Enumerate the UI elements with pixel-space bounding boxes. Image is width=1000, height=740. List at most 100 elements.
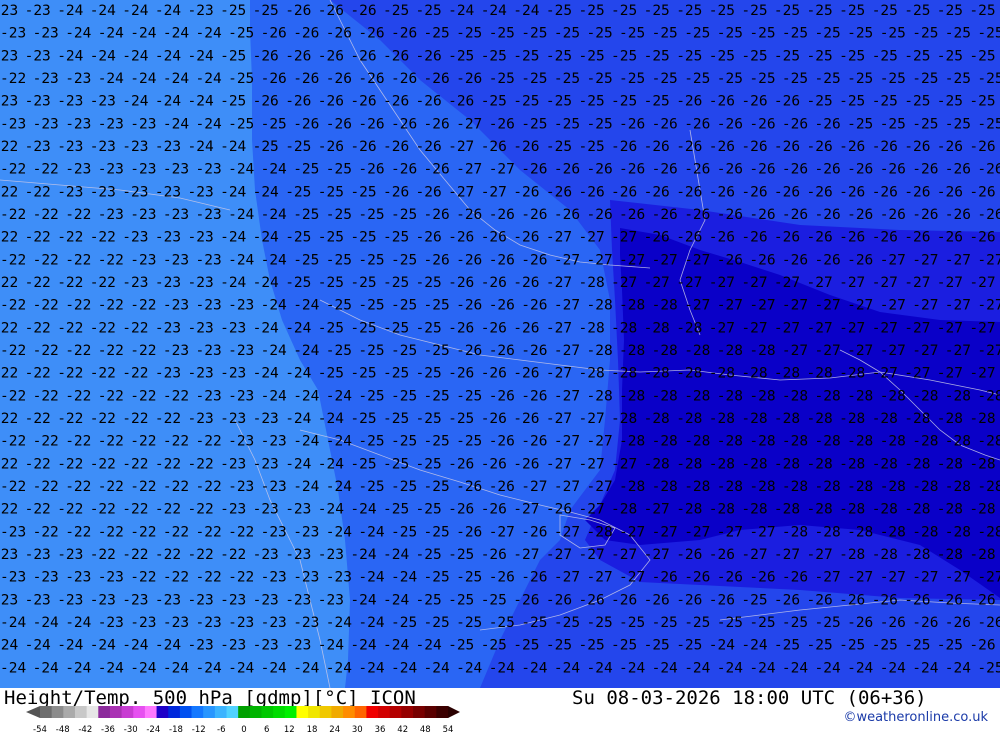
contour-label: -25 — [652, 615, 678, 631]
contour-label: -26 — [350, 48, 376, 64]
contour-label: -25 — [807, 638, 833, 654]
contour-label: -24 — [391, 570, 417, 586]
contour-label: -25 — [456, 570, 482, 586]
contour-label: -24 — [261, 298, 287, 314]
credit-link[interactable]: ©weatheronline.co.uk — [843, 710, 988, 725]
contour-label: -23 — [261, 479, 287, 495]
contour-label: -25 — [350, 411, 376, 427]
contour-label: -22 — [25, 366, 51, 382]
contour-label: -25 — [611, 48, 637, 64]
legend-swatch — [214, 706, 227, 718]
contour-label: -22 — [228, 570, 254, 586]
contour-label: -27 — [807, 547, 833, 563]
contour-label: -23 — [318, 547, 344, 563]
contour-label: -22 — [65, 298, 91, 314]
contour-label: -24 — [163, 660, 189, 676]
contour-label: -26 — [912, 162, 938, 178]
contour-label: -25 — [416, 275, 442, 291]
contour-label: -25 — [350, 230, 376, 246]
contour-label: -26 — [285, 94, 311, 110]
contour-label: -28 — [749, 479, 775, 495]
contour-label: -26 — [847, 162, 873, 178]
contour-label: -26 — [782, 570, 808, 586]
contour-label: -25 — [253, 3, 279, 19]
contour-label: -26 — [684, 162, 710, 178]
contour-label: -25 — [644, 94, 670, 110]
contour-label: -25 — [847, 26, 873, 42]
contour-label: -27 — [847, 570, 873, 586]
contour-label: -23 — [163, 252, 189, 268]
contour-label: -25 — [261, 116, 287, 132]
legend-swatch — [86, 706, 99, 718]
contour-label: -22 — [0, 184, 18, 200]
contour-label: -26 — [513, 139, 539, 155]
contour-label: -28 — [904, 502, 930, 518]
contour-label: -25 — [782, 615, 808, 631]
contour-label: -25 — [937, 3, 963, 19]
contour-label: -26 — [807, 139, 833, 155]
contour-label: -25 — [774, 638, 800, 654]
contour-label: -26 — [969, 638, 995, 654]
contour-label: -23 — [220, 456, 246, 472]
contour-label: -22 — [90, 547, 116, 563]
contour-label: -24 — [350, 547, 376, 563]
contour-label: -24 — [196, 660, 222, 676]
legend-label: 24 — [329, 725, 340, 735]
contour-label: -23 — [253, 547, 279, 563]
contour-label: -23 — [0, 116, 26, 132]
contour-label: -24 — [253, 184, 279, 200]
contour-label: -23 — [285, 638, 311, 654]
contour-label: -24 — [98, 26, 124, 42]
contour-label: -25 — [424, 388, 450, 404]
contour-label: -28 — [676, 411, 702, 427]
contour-label: -22 — [25, 184, 51, 200]
contour-label: -25 — [481, 94, 507, 110]
contour-label: -25 — [587, 26, 613, 42]
contour-label: -28 — [969, 547, 995, 563]
contour-label: -23 — [33, 26, 59, 42]
contour-label: -22 — [33, 252, 59, 268]
contour-label: -24 — [253, 275, 279, 291]
contour-label: -27 — [969, 275, 995, 291]
contour-label: -24 — [220, 184, 246, 200]
contour-label: -24 — [57, 3, 83, 19]
contour-label: -25 — [579, 94, 605, 110]
contour-label: -28 — [652, 434, 678, 450]
contour-label: -26 — [358, 116, 384, 132]
contour-label: -25 — [285, 230, 311, 246]
contour-label: -27 — [554, 524, 580, 540]
contour-label: -23 — [130, 116, 156, 132]
legend-swatch — [168, 706, 181, 718]
contour-label: -28 — [912, 479, 938, 495]
contour-label: -28 — [644, 411, 670, 427]
contour-label: -24 — [261, 162, 287, 178]
contour-label: -25 — [424, 434, 450, 450]
contour-label: -24 — [220, 139, 246, 155]
contour-label: -25 — [318, 320, 344, 336]
contour-label: -28 — [676, 366, 702, 382]
contour-label: -27 — [880, 298, 906, 314]
contour-label: -25 — [782, 71, 808, 87]
contour-label: -28 — [709, 502, 735, 518]
contour-label: -28 — [977, 434, 1000, 450]
contour-label: -25 — [383, 320, 409, 336]
contour-label: -26 — [684, 570, 710, 586]
legend-swatch — [366, 706, 379, 718]
contour-label: -23 — [196, 388, 222, 404]
contour-label: -24 — [350, 592, 376, 608]
contour-label: -28 — [807, 366, 833, 382]
contour-label: -23 — [98, 162, 124, 178]
contour-label: -28 — [839, 366, 865, 382]
contour-label: -24 — [847, 660, 873, 676]
legend-label: -18 — [169, 725, 183, 735]
contour-label: -26 — [318, 3, 344, 19]
contour-label: -26 — [481, 366, 507, 382]
contour-label: -26 — [644, 230, 670, 246]
contour-label: -27 — [937, 320, 963, 336]
contour-label: -26 — [293, 116, 319, 132]
contour-label: -23 — [228, 343, 254, 359]
contour-label: -23 — [57, 184, 83, 200]
contour-label: -25 — [416, 3, 442, 19]
contour-label: -26 — [424, 116, 450, 132]
contour-label: -25 — [350, 366, 376, 382]
